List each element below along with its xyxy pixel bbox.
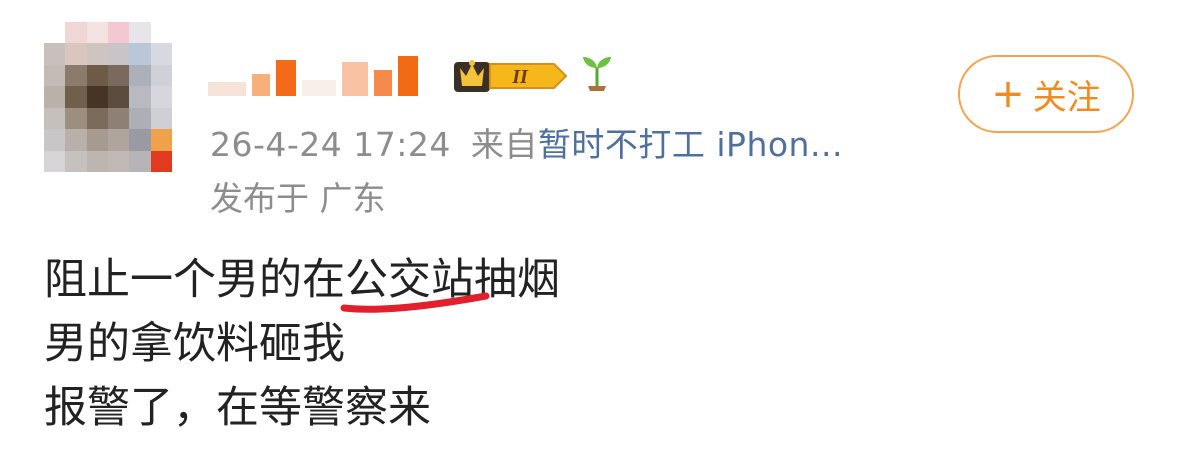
red-underline-annotation	[340, 292, 490, 313]
post-line: 男的拿饮料砸我	[44, 319, 345, 369]
sprout-icon	[583, 57, 611, 91]
avatar[interactable]	[44, 22, 172, 172]
follow-label: 关注	[1032, 77, 1101, 118]
post-line: 报警了，在等警察来	[44, 383, 431, 433]
plus-icon: +	[991, 71, 1025, 117]
vip-level: II	[511, 66, 529, 88]
post-meta: 26-4-24 17:24 来自暂时不打工 iPhon...	[210, 118, 843, 166]
vip-crown-badge-icon[interactable]: II	[452, 54, 570, 94]
follow-button[interactable]: + 关注	[958, 55, 1134, 133]
post-location: 发布于 广东	[210, 179, 386, 218]
source-prefix: 来自	[470, 125, 538, 164]
source-device-link[interactable]: 暂时不打工 iPhon...	[538, 125, 843, 164]
watermark	[960, 434, 1179, 455]
post-timestamp: 26-4-24 17:24	[210, 125, 451, 164]
username-censored[interactable]	[208, 52, 448, 96]
post-body: 阻止一个男的在公交站抽烟 男的拿饮料砸我 报警了，在等警察来	[44, 248, 560, 440]
